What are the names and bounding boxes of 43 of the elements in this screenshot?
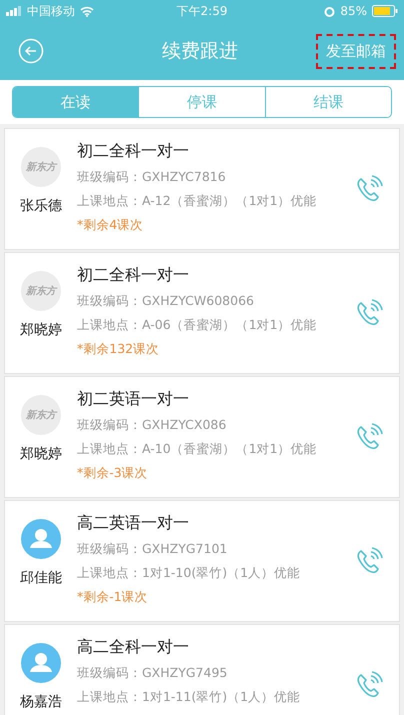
student-name: 郑晓婷 (20, 321, 62, 339)
logo-avatar: 新东方 (21, 271, 61, 311)
battery-label: 85% (340, 4, 367, 18)
class-code: 班级编码：GXHZYG7101 (77, 541, 228, 558)
class-location: 上课地点：A-10（香蜜湖）（1对1）优能 (77, 441, 318, 458)
class-location: 上课地点：1对1-10(翠竹)（1人）优能 (77, 565, 302, 582)
carrier-label: 中国移动 (27, 2, 75, 20)
student-name: 杨嘉浩 (20, 693, 62, 711)
class-code: 班级编码：GXHZYG7495 (77, 665, 228, 682)
class-location: 上课地点：1对1-11(翠竹)（1人）优能 (77, 689, 302, 706)
student-name: 张乐德 (20, 197, 62, 215)
student-card[interactable]: 新东方 张乐德 初二全科一对一 班级编码：GXHZYC7816 上课地点：A-12（香蜜湖）（1对1）优能 *剩余4课次 (4, 128, 400, 250)
page-title: 续费跟进 (162, 39, 238, 64)
course-title: 初二全科一对一 (77, 141, 190, 162)
remaining-lessons: *剩余-1课次 (77, 589, 149, 606)
alarm-icon (324, 6, 336, 16)
remaining-lessons: *剩余-3课次 (77, 465, 149, 482)
wifi-icon (80, 6, 94, 16)
student-card[interactable]: 新东方 郑晓婷 初二全科一对一 班级编码：GXHZYCW608066 上课地点：A-06（香蜜湖）（1对1）优能 *剩余132课次 (4, 252, 400, 374)
signal-icon (6, 6, 22, 16)
course-title: 初二英语一对一 (77, 389, 190, 410)
course-title: 初二全科一对一 (77, 265, 190, 286)
student-card[interactable]: 杨嘉浩 高二全科一对一 班级编码：GXHZYG7495 上课地点：1对1-11(翠竹)（1人）优能 (4, 624, 400, 715)
time-label: 下午2:59 (176, 2, 228, 20)
class-code: 班级编码：GXHZYCX086 (77, 417, 228, 434)
avatar-icon (21, 643, 61, 683)
student-card[interactable]: 邱佳能 高二英语一对一 班级编码：GXHZYG7101 上课地点：1对1-10(翠竹)（1人）优能 *剩余-1课次 (4, 500, 400, 622)
back-button[interactable] (18, 38, 44, 64)
student-name: 郑晓婷 (20, 445, 62, 463)
student-name: 邱佳能 (20, 569, 62, 587)
remaining-lessons: *剩余132课次 (77, 341, 160, 358)
remaining-lessons: *剩余4课次 (77, 217, 144, 234)
logo-avatar: 新东方 (21, 395, 61, 435)
class-location: 上课地点：A-12（香蜜湖）（1对1）优能 (77, 193, 318, 210)
class-location: 上课地点：A-06（香蜜湖）（1对1）优能 (77, 317, 318, 334)
avatar-icon (21, 519, 61, 559)
student-card[interactable]: 新东方 郑晓婷 初二英语一对一 班级编码：GXHZYCX086 上课地点：A-10（香蜜湖）（1对1）优能 *剩余-3课次 (4, 376, 400, 498)
class-code: 班级编码：GXHZYCW608066 (77, 293, 255, 310)
battery-icon (372, 5, 398, 17)
course-title: 高二全科一对一 (77, 637, 190, 658)
class-code: 班级编码：GXHZYC7816 (77, 169, 227, 186)
course-title: 高二英语一对一 (77, 513, 190, 534)
logo-avatar: 新东方 (21, 147, 61, 187)
